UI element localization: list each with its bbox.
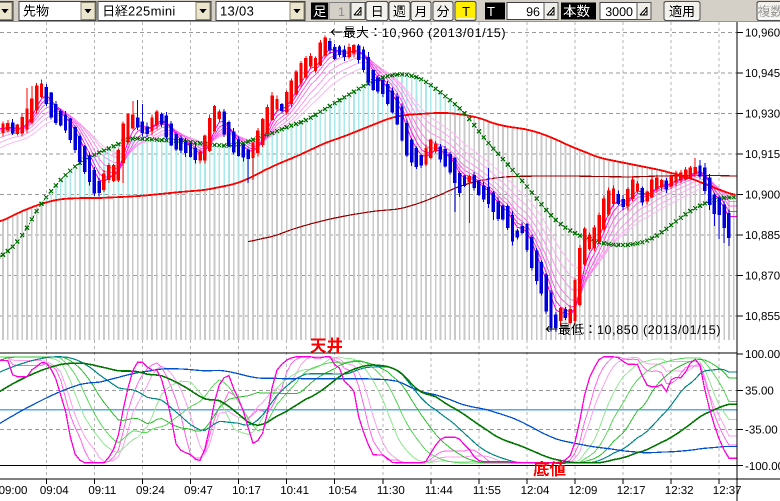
- svg-text:09:04: 09:04: [40, 485, 69, 497]
- svg-text:10,960: 10,960: [745, 28, 780, 40]
- svg-text:225mini: 225mini: [128, 4, 175, 19]
- svg-text:10,930: 10,930: [745, 109, 780, 121]
- svg-text:09:11: 09:11: [88, 485, 116, 497]
- svg-text:10,885: 10,885: [745, 230, 780, 242]
- svg-text:96: 96: [526, 5, 540, 19]
- svg-text:09:24: 09:24: [136, 485, 165, 497]
- svg-text:13/03: 13/03: [220, 4, 254, 19]
- svg-text:12:17: 12:17: [617, 485, 646, 497]
- svg-text:-35.00: -35.00: [745, 425, 778, 437]
- svg-text:-100.00: -100.00: [745, 461, 780, 473]
- svg-text:11:30: 11:30: [377, 485, 405, 497]
- svg-text:T: T: [462, 4, 470, 19]
- svg-text:10,900: 10,900: [745, 190, 780, 202]
- svg-text:10,945: 10,945: [745, 68, 780, 80]
- svg-text:35.00: 35.00: [745, 386, 774, 398]
- svg-text:1: 1: [338, 5, 345, 19]
- svg-text:10,855: 10,855: [745, 311, 780, 323]
- svg-text:10,870: 10,870: [745, 271, 780, 283]
- svg-text:3000: 3000: [605, 5, 633, 19]
- svg-text:11:55: 11:55: [473, 485, 501, 497]
- svg-text:10:41: 10:41: [280, 485, 309, 497]
- svg-text:10:54: 10:54: [328, 485, 357, 497]
- svg-text:T: T: [487, 4, 495, 19]
- svg-text:10:17: 10:17: [232, 485, 261, 497]
- svg-text:11:44: 11:44: [425, 485, 454, 497]
- svg-text:100.00: 100.00: [745, 349, 780, 361]
- svg-text:09:00: 09:00: [0, 485, 27, 497]
- svg-text:12:09: 12:09: [569, 485, 598, 497]
- svg-text:10,960 (2013/01/15): 10,960 (2013/01/15): [382, 26, 506, 40]
- svg-text:12:04: 12:04: [521, 485, 550, 497]
- svg-text:10,915: 10,915: [745, 149, 780, 161]
- svg-text:09:47: 09:47: [184, 485, 213, 497]
- svg-text:10,850 (2013/01/15): 10,850 (2013/01/15): [597, 323, 721, 337]
- svg-text:12:32: 12:32: [665, 485, 694, 497]
